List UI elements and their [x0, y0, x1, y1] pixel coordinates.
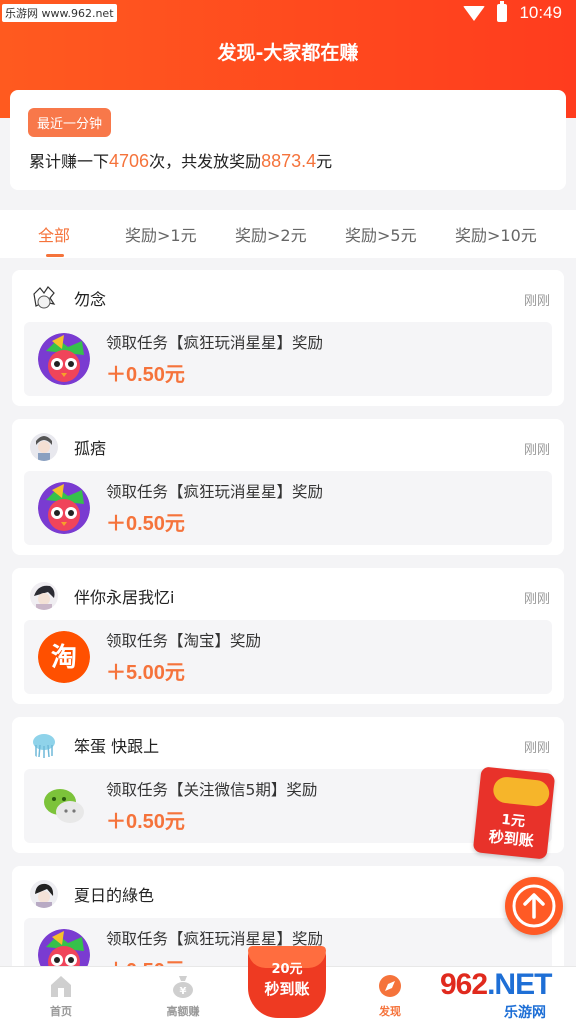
home-icon: [48, 973, 74, 999]
summary-amount: 8873.4: [261, 151, 317, 171]
summary-middle: 次，共发放奖励: [149, 152, 262, 171]
watermark-brand-red: 962: [440, 968, 488, 1001]
corner-watermark-logo: 962.NET 乐游网: [440, 968, 572, 1022]
reward-amount: ＋5.00元: [106, 662, 185, 684]
nav-high-reward[interactable]: ¥ 高额赚: [148, 973, 218, 1019]
summary-suffix: 元: [316, 152, 333, 171]
svg-text:淘: 淘: [51, 643, 77, 673]
filter-tabs: 全部 奖励>1元 奖励>2元 奖励>5元 奖励>10元: [0, 210, 576, 258]
redpack-promo-button[interactable]: 1元 秒到账: [472, 766, 556, 860]
taobao-icon: 淘: [38, 631, 90, 683]
money-bag-icon: ¥: [170, 973, 196, 999]
task-title: 领取任务【疯狂玩消星星】奖励: [106, 483, 324, 501]
tab-over-10[interactable]: 奖励>10元: [455, 222, 537, 246]
battery-icon: [497, 1, 508, 22]
watermark-brand: 962.NET: [440, 968, 552, 1002]
avatar: [30, 731, 58, 759]
coins-icon: [492, 775, 551, 808]
crazy-stars-icon: [38, 482, 90, 534]
scroll-top-button[interactable]: [505, 877, 563, 935]
tab-over-5[interactable]: 奖励>5元: [345, 222, 417, 246]
site-watermark: 乐游网 www.962.net: [2, 4, 117, 22]
watermark-sub: 乐游网: [504, 1005, 546, 1021]
avatar: [30, 582, 58, 610]
clock: 10:49: [519, 3, 562, 22]
active-tab-indicator: [46, 254, 64, 257]
user-name: 伴你永居我忆i: [74, 588, 175, 607]
summary-text: 累计赚一下4706次，共发放奖励8873.4元: [29, 148, 332, 172]
center-line2: 秒到账: [264, 980, 310, 998]
tab-over-2[interactable]: 奖励>2元: [235, 222, 307, 246]
summary-prefix: 累计赚一下: [29, 152, 110, 171]
center-redpack-button[interactable]: 20元 秒到账: [244, 946, 330, 1020]
recent-badge: 最近一分钟: [28, 108, 112, 137]
task-title: 领取任务【关注微信5期】奖励: [106, 781, 318, 799]
nav-high-reward-label: 高额赚: [166, 1005, 200, 1018]
center-line1: 20元: [271, 962, 303, 977]
nav-home-label: 首页: [50, 1005, 72, 1018]
feed-card[interactable]: 伴你永居我忆i 刚刚 淘 领取任务【淘宝】奖励 ＋5.00元: [12, 568, 564, 704]
tab-over-1[interactable]: 奖励>1元: [125, 222, 197, 246]
avatar: [30, 284, 58, 312]
task-box: 领取任务【疯狂玩消星星】奖励 ＋0.50元: [24, 322, 552, 396]
compass-icon: [377, 973, 403, 999]
avatar: [30, 880, 58, 908]
reward-amount: ＋0.50元: [106, 364, 185, 386]
time-label: 刚刚: [523, 443, 550, 458]
wechat-icon: [38, 780, 90, 832]
feed-card[interactable]: 孤痞 刚刚 领取任务【疯狂玩消星星】奖励 ＋0.50元: [12, 419, 564, 555]
summary-count: 4706: [109, 151, 150, 171]
svg-text:¥: ¥: [180, 986, 187, 997]
avatar: [30, 433, 58, 461]
crazy-stars-icon: [38, 333, 90, 385]
reward-amount: ＋0.50元: [106, 513, 185, 535]
user-name: 夏日的綠色: [74, 886, 155, 905]
time-label: 刚刚: [523, 741, 550, 756]
user-name: 勿念: [74, 290, 107, 309]
task-title: 领取任务【淘宝】奖励: [106, 632, 262, 650]
wifi-icon: [463, 5, 486, 21]
nav-discover[interactable]: 发现: [355, 973, 425, 1019]
time-label: 刚刚: [523, 294, 550, 309]
arrow-up-icon: [512, 884, 556, 928]
tab-all[interactable]: 全部: [38, 222, 70, 246]
summary-card: 最近一分钟 累计赚一下4706次，共发放奖励8873.4元: [10, 90, 566, 190]
feed-card[interactable]: 勿念 刚刚 领取任务【疯狂玩消星星】奖励 ＋0.50元: [12, 270, 564, 406]
status-bar: 10:49: [463, 1, 562, 23]
task-box: 淘 领取任务【淘宝】奖励 ＋5.00元: [24, 620, 552, 694]
nav-home[interactable]: 首页: [26, 973, 96, 1019]
reward-amount: ＋0.50元: [106, 811, 185, 833]
user-name: 笨蛋 快跟上: [74, 737, 160, 756]
task-title: 领取任务【疯狂玩消星星】奖励: [106, 334, 324, 352]
task-box: 领取任务【疯狂玩消星星】奖励 ＋0.50元: [24, 471, 552, 545]
user-name: 孤痞: [74, 439, 107, 458]
page-title: 发现-大家都在赚: [217, 42, 359, 64]
time-label: 刚刚: [523, 592, 550, 607]
nav-discover-label: 发现: [379, 1005, 401, 1018]
redpack-body: 1元 秒到账: [472, 766, 556, 860]
watermark-brand-blue: .NET: [487, 968, 552, 1001]
